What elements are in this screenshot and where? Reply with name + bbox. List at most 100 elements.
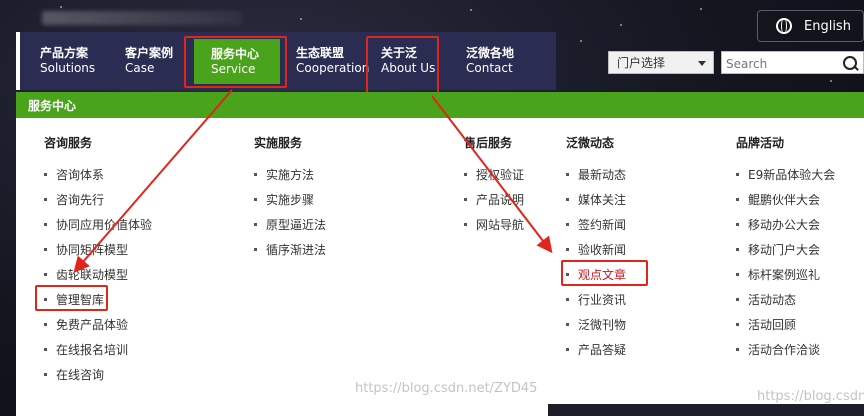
list-item[interactable]: 行业资讯 [566,291,626,308]
bullet-icon [254,223,257,226]
bullet-icon [44,373,47,376]
panel-title-bar: 服务中心 [16,92,864,118]
highlight-box-opinion-articles [561,260,648,286]
nav-item-contact[interactable]: 泛微各地 Contact [466,32,526,90]
list-item-label: 泛微刊物 [578,318,627,332]
search-input[interactable] [722,52,838,75]
list-item[interactable]: 移动办公大会 [736,216,820,233]
nav-label-zh: 生态联盟 [296,46,345,60]
list-item-label: 原型逼近法 [266,218,327,232]
list-item[interactable]: 产品答疑 [566,341,626,358]
bullet-icon [736,173,739,176]
list-item[interactable]: 协同应用价值体验 [44,216,152,233]
bullet-icon [736,348,739,351]
bullet-icon [44,198,47,201]
list-item[interactable]: 活动回顾 [736,316,796,333]
language-label: English [804,18,851,34]
list-item-label: 媒体关注 [578,193,627,207]
search-box [721,51,864,75]
bullet-icon [566,173,569,176]
list-item-label: 协同应用价值体验 [56,218,153,232]
footer-strip [548,404,864,416]
nav-item-cooperation[interactable]: 生态联盟 Cooperation [296,32,369,90]
list-item[interactable]: 网站导航 [464,216,524,233]
language-button[interactable]: English [757,10,864,42]
list-item[interactable]: 实施方法 [254,166,314,183]
bullet-icon [44,348,47,351]
watermark-corner: https://blog.csdn [757,389,864,404]
list-item[interactable]: 在线咨询 [44,366,104,383]
list-item-label: 鲲鹏伙伴大会 [748,193,821,207]
list-item[interactable]: 泛微刊物 [566,316,626,333]
list-item-label: 产品答疑 [578,343,627,357]
nav-label-zh: 客户案例 [125,46,174,60]
list-item-label: E9新品体验大会 [748,168,836,182]
bullet-icon [566,198,569,201]
list-item-label: 咨询先行 [56,193,105,207]
nav-item-case[interactable]: 客户案例 Case [125,32,187,90]
nav-label-en: Solutions [40,61,96,75]
list-item[interactable]: 移动门户大会 [736,241,820,258]
list-item[interactable]: 咨询先行 [44,191,104,208]
list-item-label: 活动回顾 [748,318,797,332]
list-item-label: 咨询体系 [56,168,105,182]
bullet-icon [44,323,47,326]
list-item[interactable]: 免费产品体验 [44,316,128,333]
list-item-label: 循序渐进法 [266,243,327,257]
panel-title: 服务中心 [28,98,77,113]
portal-select[interactable]: 门户选择 [608,51,714,74]
list-item[interactable]: 媒体关注 [566,191,626,208]
list-item[interactable]: 标杆案例巡礼 [736,266,820,283]
list-item-label: 验收新闻 [578,243,627,257]
list-item[interactable]: E9新品体验大会 [736,166,835,183]
nav-label-zh: 泛微各地 [466,46,515,60]
list-item[interactable]: 鲲鹏伙伴大会 [736,191,820,208]
list-item[interactable]: 最新动态 [566,166,626,183]
list-item[interactable]: 验收新闻 [566,241,626,258]
search-icon[interactable] [843,56,857,70]
nav-item-solutions[interactable]: 产品方案 Solutions [40,32,118,90]
list-item[interactable]: 产品说明 [464,191,524,208]
bullet-icon [566,223,569,226]
list-item-label: 活动动态 [748,293,797,307]
list-item-label: 网站导航 [476,218,525,232]
bullet-icon [44,223,47,226]
list-item[interactable]: 循序渐进法 [254,241,326,258]
list-item[interactable]: 协同矩阵模型 [44,241,128,258]
list-item[interactable]: 活动合作洽谈 [736,341,820,358]
bullet-icon [44,273,47,276]
bullet-icon [736,273,739,276]
bullet-icon [736,248,739,251]
column-title: 咨询服务 [44,136,93,150]
list-item[interactable]: 齿轮联动模型 [44,266,128,283]
bullet-icon [254,173,257,176]
bullet-icon [736,298,739,301]
bullet-icon [566,298,569,301]
highlight-box-service [184,36,287,88]
list-item[interactable]: 原型逼近法 [254,216,326,233]
list-item[interactable]: 签约新闻 [566,216,626,233]
list-item-label: 移动门户大会 [748,243,821,257]
highlight-box-think-tank [35,285,108,311]
nav-label-zh: 产品方案 [40,46,89,60]
portal-select-label: 门户选择 [617,56,666,70]
blurred-header-text [42,11,242,25]
list-item[interactable]: 在线报名培训 [44,341,128,358]
list-item-label: 授权验证 [476,168,525,182]
bullet-icon [464,198,467,201]
bullet-icon [566,348,569,351]
list-item-label: 实施方法 [266,168,315,182]
bullet-icon [44,248,47,251]
watermark-main: https://blog.csdn.net/ZYD45 [355,381,538,396]
list-item-label: 实施步骤 [266,193,315,207]
list-item-label: 行业资讯 [578,293,627,307]
bullet-icon [464,173,467,176]
list-item-label: 标杆案例巡礼 [748,268,821,282]
list-item[interactable]: 咨询体系 [44,166,104,183]
list-item[interactable]: 活动动态 [736,291,796,308]
list-item[interactable]: 实施步骤 [254,191,314,208]
bullet-icon [254,248,257,251]
bullet-icon [736,198,739,201]
list-item[interactable]: 授权验证 [464,166,524,183]
column-title: 实施服务 [254,136,303,150]
